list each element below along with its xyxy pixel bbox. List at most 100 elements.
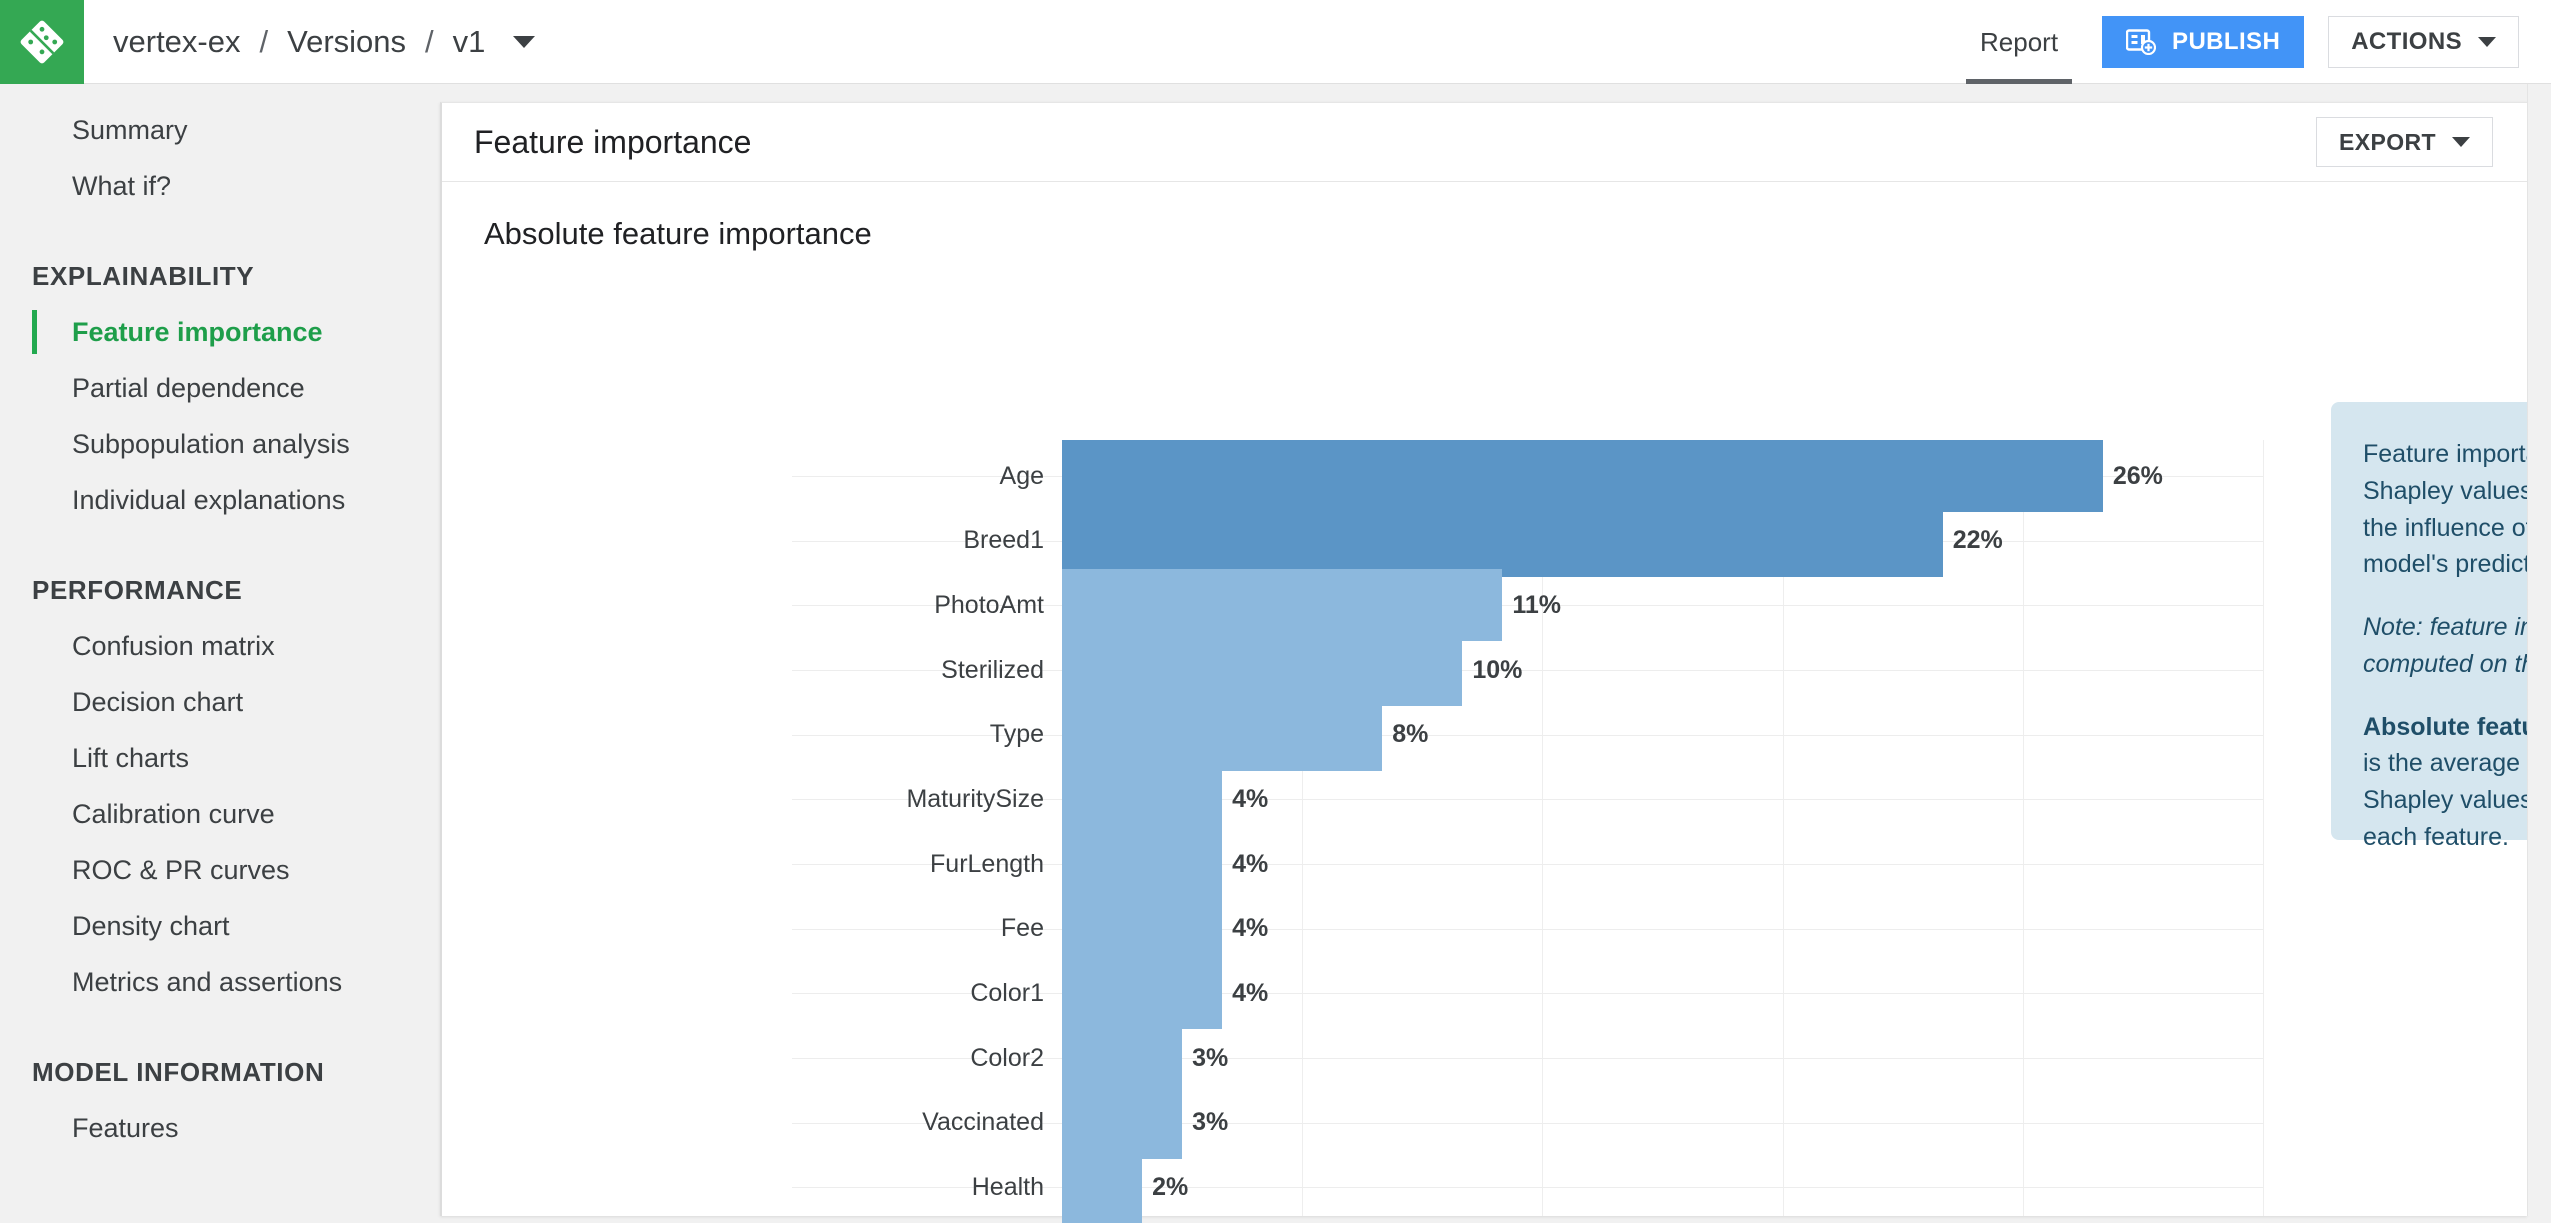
actions-button-label: ACTIONS (2351, 28, 2462, 55)
chart-bar-row[interactable]: Color1 4% (792, 957, 2263, 1030)
sidebar-group-performance: PERFORMANCE (32, 574, 243, 605)
sidebar-group-model-information: MODEL INFORMATION (32, 1056, 325, 1087)
chart-bar[interactable] (1062, 828, 1223, 900)
chart-category-label: Health (971, 1172, 1044, 1201)
publish-report-icon (2126, 29, 2157, 55)
chart-category-label: PhotoAmt (934, 590, 1044, 619)
breadcrumb-item-version[interactable]: v1 (451, 24, 488, 60)
chart-bar-row[interactable]: Age 26% (792, 440, 2263, 512)
chart-bar-value-label: 26% (2112, 461, 2163, 490)
sidebar-item-individual-explanations[interactable]: Individual explanations (0, 472, 440, 528)
sidebar-item-calibration-curve[interactable]: Calibration curve (0, 786, 440, 842)
chart-bar[interactable] (1062, 892, 1223, 965)
feature-importance-card: Feature importance EXPORT Absolute featu… (440, 102, 2551, 1223)
chevron-down-icon (2452, 137, 2470, 147)
info-panel: Feature importance is based on Shapley v… (2331, 402, 2551, 851)
sidebar-item-what-if[interactable]: What if? (0, 158, 440, 214)
card-header: Feature importance EXPORT (442, 103, 2527, 182)
chart-bar-value-label: 4% (1232, 914, 1269, 943)
top-bar-actions: Report PUBLISH ACTIONS (1954, 0, 2551, 84)
chart-bar[interactable] (1062, 957, 1223, 1030)
info-note: Note: feature importance is computed on … (2363, 613, 2551, 678)
sidebar-item-features[interactable]: Features (0, 1100, 440, 1156)
chart-category-label: Type (989, 720, 1044, 749)
sidebar-item-metrics-and-assertions[interactable]: Metrics and assertions (0, 954, 440, 1010)
breadcrumb: vertex-ex / Versions / v1 (84, 0, 536, 84)
chart-category-label: Color2 (970, 1043, 1044, 1072)
chart-bar-value-label: 2% (1152, 1172, 1189, 1201)
chart-bar[interactable] (1062, 1022, 1183, 1094)
chart-category-label: MaturitySize (906, 784, 1044, 813)
card-body: Absolute feature importance Age 26% Breed1… (442, 182, 2551, 1223)
tab-report[interactable]: Report (1954, 0, 2084, 84)
app-logo[interactable] (0, 0, 84, 84)
chart-bar-row[interactable]: FurLength 4% (792, 828, 2263, 900)
chart-bar-value-label: 4% (1232, 978, 1269, 1007)
chart-bar[interactable] (1062, 569, 1503, 642)
top-bar: vertex-ex / Versions / v1 Report PUBLISH (0, 0, 2551, 84)
page-scrollbar[interactable] (2527, 84, 2551, 1216)
chart-category-label: Breed1 (963, 526, 1044, 555)
chart-category-label: Sterilized (941, 655, 1044, 684)
chart-bar-value-label: 22% (1952, 526, 2003, 555)
chart-bar[interactable] (1062, 698, 1383, 771)
sidebar-item-density-chart[interactable]: Density chart (0, 898, 440, 954)
domino-logo-icon (16, 16, 68, 68)
chart-bar-row[interactable]: Sterilized 10% (792, 634, 2263, 706)
info-definition: Absolute feature importance is the avera… (2363, 709, 2551, 856)
chart-bar-value-label: 4% (1232, 849, 1269, 878)
chart-bar-row[interactable]: Color2 3% (792, 1022, 2263, 1094)
sidebar-group-explainability: EXPLAINABILITY (32, 260, 255, 291)
chart-category-label: Color1 (970, 978, 1044, 1007)
chevron-down-icon (2478, 37, 2496, 47)
feature-importance-chart: Age 26% Breed1 22% PhotoAmt 11% Sterilized 10% T… (442, 182, 2302, 1223)
sidebar: Summary What if? EXPLAINABILITY Feature … (0, 84, 440, 1216)
publish-button-label: PUBLISH (2172, 28, 2281, 55)
chart-bar[interactable] (1062, 1151, 1143, 1223)
chart-bar-value-label: 11% (1512, 590, 1562, 619)
breadcrumb-separator: / (259, 24, 269, 59)
chart-bar-value-label: 3% (1192, 1108, 1229, 1137)
chart-bar[interactable] (1062, 1086, 1183, 1159)
chart-bar-row[interactable]: Type 8% (792, 698, 2263, 771)
chart-bar-row[interactable]: PhotoAmt 11% (792, 569, 2263, 642)
chart-bar[interactable] (1062, 440, 2103, 512)
chart-bar[interactable] (1062, 763, 1223, 836)
breadcrumb-item-project[interactable]: vertex-ex (111, 24, 242, 60)
chart-bar-value-label: 4% (1232, 784, 1269, 813)
chart-bar-row[interactable]: Breed1 22% (792, 504, 2263, 577)
chart-gridline (2263, 440, 2264, 1216)
sidebar-item-decision-chart[interactable]: Decision chart (0, 674, 440, 730)
chart-bar-row[interactable]: Health 2% (792, 1151, 2263, 1223)
info-definition-rest: is the average of absolute Shapley value… (2363, 749, 2551, 851)
info-definition-term: Absolute feature importance (2363, 712, 2551, 741)
info-paragraph: Feature importance is based on Shapley v… (2363, 440, 2551, 579)
publish-button[interactable]: PUBLISH (2102, 16, 2305, 68)
sidebar-item-roc-pr-curves[interactable]: ROC & PR curves (0, 842, 440, 898)
breadcrumb-separator: / (425, 24, 434, 59)
export-button-label: EXPORT (2339, 128, 2436, 155)
sidebar-item-feature-importance[interactable]: Feature importance (0, 304, 440, 360)
sidebar-item-summary[interactable]: Summary (0, 102, 440, 158)
actions-button[interactable]: ACTIONS (2328, 16, 2519, 68)
sidebar-item-partial-dependence[interactable]: Partial dependence (0, 360, 440, 416)
chart-bar-row[interactable]: Fee 4% (792, 892, 2263, 965)
sidebar-item-confusion-matrix[interactable]: Confusion matrix (0, 618, 440, 674)
chart-bar[interactable] (1062, 634, 1463, 706)
chart-bar-row[interactable]: MaturitySize 4% (792, 763, 2263, 836)
sidebar-item-lift-charts[interactable]: Lift charts (0, 730, 440, 786)
chart-bar[interactable] (1062, 504, 1943, 577)
chart-category-label: FurLength (930, 849, 1044, 878)
export-button[interactable]: EXPORT (2316, 117, 2493, 167)
chart-category-label: Fee (1000, 914, 1044, 943)
chart-category-label: Vaccinated (922, 1108, 1044, 1137)
page-title: Feature importance (474, 123, 752, 160)
chart-category-label: Age (999, 461, 1044, 490)
sidebar-item-subpopulation-analysis[interactable]: Subpopulation analysis (0, 416, 440, 472)
breadcrumb-item-versions[interactable]: Versions (285, 24, 408, 60)
chart-bar-value-label: 3% (1192, 1043, 1229, 1072)
chevron-down-icon[interactable] (513, 36, 536, 48)
chart-bar-row[interactable]: Vaccinated 3% (792, 1086, 2263, 1159)
chart-plot-area: Age 26% Breed1 22% PhotoAmt 11% Sterilized 10% T… (792, 440, 2264, 1223)
chart-bar-value-label: 10% (1472, 655, 1523, 684)
